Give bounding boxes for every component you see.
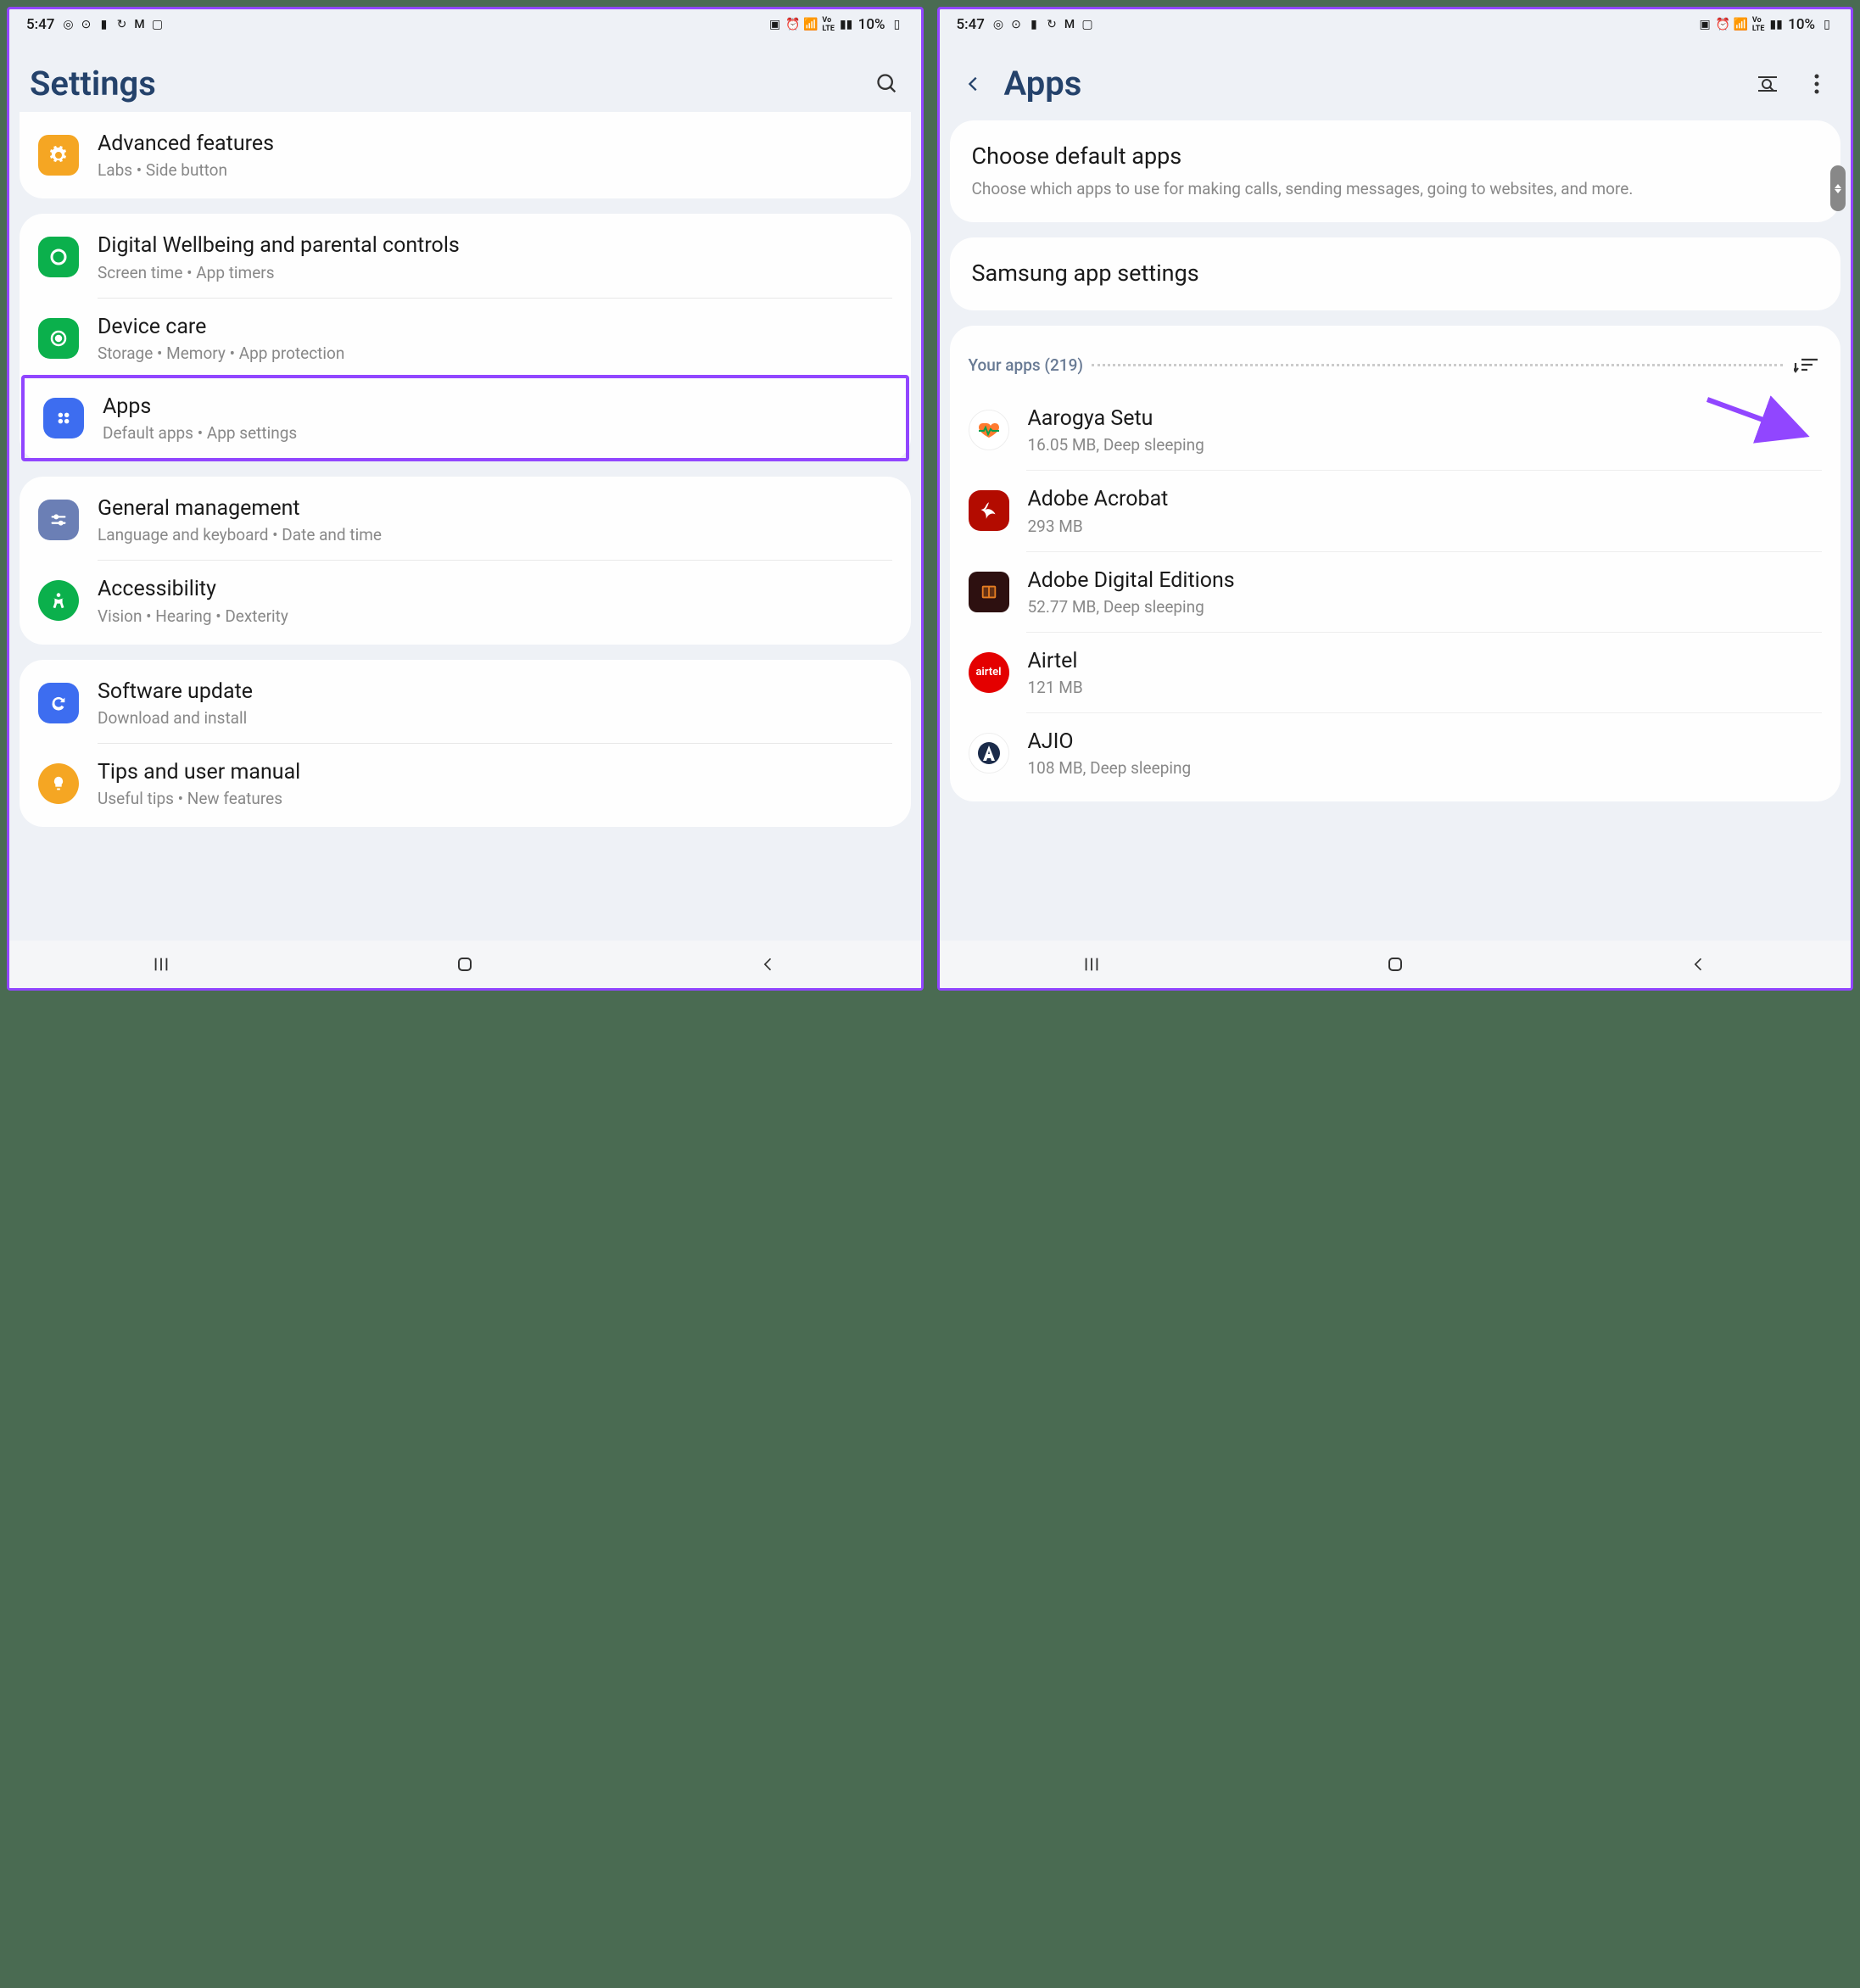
- app-item-airtel[interactable]: airtel Airtel 121 MB: [950, 633, 1841, 712]
- app-icon-aarogya: [969, 410, 1009, 450]
- item-title: Advanced features: [98, 131, 892, 157]
- app-item-ajio[interactable]: AJIO 108 MB, Deep sleeping: [950, 713, 1841, 793]
- page-title: Settings: [30, 64, 156, 103]
- app-name: Adobe Digital Editions: [1028, 567, 1823, 594]
- apps-header: Apps: [940, 40, 1852, 120]
- item-subtitle: Default apps • App settings: [103, 423, 887, 443]
- settings-card: General management Language and keyboard…: [20, 477, 911, 645]
- sort-icon[interactable]: [1791, 349, 1822, 380]
- your-apps-card: Your apps (219) Aarogya Setu 16.05 MB, D…: [950, 326, 1841, 801]
- app-icon-ade: [969, 572, 1009, 612]
- app-name: Aarogya Setu: [1028, 405, 1823, 432]
- default-apps-card[interactable]: Choose default apps Choose which apps to…: [950, 120, 1841, 222]
- apps-icon: [43, 398, 84, 438]
- tips-icon: [38, 763, 79, 804]
- samsung-settings-card[interactable]: Samsung app settings: [950, 237, 1841, 310]
- settings-card: Digital Wellbeing and parental controls …: [20, 214, 911, 461]
- filter-search-icon[interactable]: [1754, 70, 1781, 98]
- app-name: Adobe Acrobat: [1028, 486, 1823, 512]
- status-bar: 5:47 ◎⊙▮↻M▢ ▣⏰📶VoLTE▮▮ 10% ▯: [940, 9, 1852, 40]
- samsung-settings-title: Samsung app settings: [972, 260, 1819, 288]
- back-button[interactable]: [735, 947, 802, 981]
- item-subtitle: Storage • Memory • App protection: [98, 343, 892, 363]
- home-button[interactable]: [1361, 947, 1429, 981]
- wellbeing-icon: [38, 237, 79, 277]
- item-subtitle: Language and keyboard • Date and time: [98, 525, 892, 544]
- your-apps-label: Your apps (219): [969, 355, 1084, 375]
- app-icon-airtel: airtel: [969, 652, 1009, 693]
- scroll-handle[interactable]: [1830, 165, 1846, 211]
- item-title: Accessibility: [98, 576, 892, 602]
- battery-icon: ▯: [891, 18, 904, 31]
- status-system-icons: ▣⏰📶VoLTE▮▮: [768, 18, 853, 31]
- settings-item-device-care[interactable]: Device care Storage • Memory • App prote…: [20, 299, 911, 378]
- settings-item-advanced-features[interactable]: Advanced features Labs • Side button: [20, 115, 911, 195]
- settings-item-software-update[interactable]: Software update Download and install: [20, 663, 911, 743]
- item-subtitle: Useful tips • New features: [98, 789, 892, 808]
- sliders-icon: [38, 500, 79, 540]
- settings-item-apps[interactable]: Apps Default apps • App settings: [25, 378, 906, 458]
- app-name: AJIO: [1028, 729, 1823, 755]
- status-system-icons: ▣⏰📶VoLTE▮▮: [1698, 18, 1783, 31]
- accessibility-icon: [38, 580, 79, 621]
- navigation-bar: [940, 941, 1852, 988]
- status-notification-icons: ◎⊙▮↻M▢: [61, 18, 164, 31]
- item-subtitle: Labs • Side button: [98, 160, 892, 180]
- status-battery: 10%: [1788, 16, 1815, 33]
- search-icon[interactable]: [874, 70, 901, 98]
- page-title: Apps: [1004, 64, 1082, 103]
- status-battery: 10%: [858, 16, 885, 33]
- settings-item-digital-wellbeing[interactable]: Digital Wellbeing and parental controls …: [20, 217, 911, 297]
- item-title: Apps: [103, 394, 887, 420]
- item-title: General management: [98, 495, 892, 522]
- settings-item-accessibility[interactable]: Accessibility Vision • Hearing • Dexteri…: [20, 561, 911, 640]
- update-icon: [38, 683, 79, 723]
- app-sub: 121 MB: [1028, 678, 1823, 697]
- app-sub: 108 MB, Deep sleeping: [1028, 758, 1823, 778]
- status-notification-icons: ◎⊙▮↻M▢: [991, 18, 1094, 31]
- status-bar: 5:47 ◎⊙▮↻M▢ ▣⏰📶VoLTE▮▮ 10% ▯: [9, 9, 921, 40]
- status-time: 5:47: [957, 16, 985, 33]
- home-button[interactable]: [431, 947, 499, 981]
- app-item-adobe-acrobat[interactable]: Adobe Acrobat 293 MB: [950, 471, 1841, 550]
- item-subtitle: Screen time • App timers: [98, 263, 892, 282]
- item-subtitle: Download and install: [98, 708, 892, 728]
- item-title: Software update: [98, 678, 892, 705]
- app-item-aarogya-setu[interactable]: Aarogya Setu 16.05 MB, Deep sleeping: [950, 390, 1841, 470]
- dotted-line: [1092, 364, 1783, 366]
- settings-item-tips[interactable]: Tips and user manual Useful tips • New f…: [20, 744, 911, 824]
- settings-card: Advanced features Labs • Side button: [20, 112, 911, 198]
- default-apps-subtitle: Choose which apps to use for making call…: [972, 178, 1819, 201]
- app-sub: 52.77 MB, Deep sleeping: [1028, 597, 1823, 617]
- app-item-adobe-digital-editions[interactable]: Adobe Digital Editions 52.77 MB, Deep sl…: [950, 552, 1841, 632]
- item-title: Tips and user manual: [98, 759, 892, 785]
- item-title: Digital Wellbeing and parental controls: [98, 232, 892, 259]
- app-icon-ajio: [969, 733, 1009, 773]
- navigation-bar: [9, 941, 921, 988]
- status-time: 5:47: [26, 16, 54, 33]
- your-apps-header: Your apps (219): [950, 329, 1841, 390]
- item-subtitle: Vision • Hearing • Dexterity: [98, 606, 892, 626]
- settings-item-general-management[interactable]: General management Language and keyboard…: [20, 480, 911, 560]
- recent-apps-button[interactable]: [1058, 947, 1125, 981]
- app-sub: 16.05 MB, Deep sleeping: [1028, 435, 1823, 455]
- default-apps-title: Choose default apps: [972, 142, 1819, 171]
- battery-icon: ▯: [1820, 18, 1834, 31]
- app-icon-acrobat: [969, 490, 1009, 531]
- device-care-icon: [38, 318, 79, 359]
- item-title: Device care: [98, 314, 892, 340]
- recent-apps-button[interactable]: [127, 947, 195, 981]
- highlight-annotation: Apps Default apps • App settings: [21, 375, 909, 461]
- phone-apps-screen: 5:47 ◎⊙▮↻M▢ ▣⏰📶VoLTE▮▮ 10% ▯ Apps: [937, 7, 1854, 991]
- app-sub: 293 MB: [1028, 517, 1823, 536]
- settings-header: Settings: [9, 40, 921, 120]
- settings-card: Software update Download and install Tip…: [20, 660, 911, 828]
- more-options-icon[interactable]: [1803, 70, 1830, 98]
- gear-icon: [38, 135, 79, 176]
- back-button[interactable]: [1665, 947, 1733, 981]
- phone-settings-screen: 5:47 ◎⊙▮↻M▢ ▣⏰📶VoLTE▮▮ 10% ▯ Settings Ad…: [7, 7, 924, 991]
- back-icon[interactable]: [960, 70, 987, 98]
- app-name: Airtel: [1028, 648, 1823, 674]
